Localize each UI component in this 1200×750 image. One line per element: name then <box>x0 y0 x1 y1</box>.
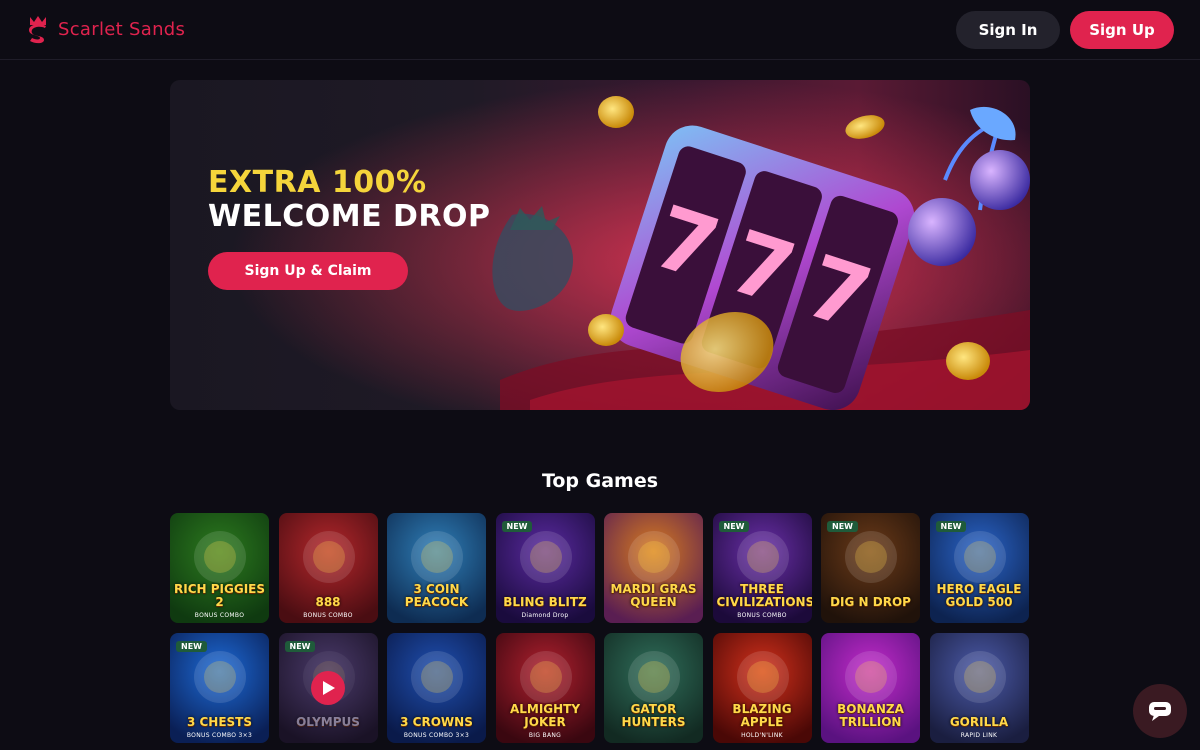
top-games-grid: RICH PIGGIES 2 BONUS COMBO 888 BONUS COMBO 3… <box>170 513 1030 743</box>
hero-banner[interactable]: 7 7 7 EXTRA 100% WELCOME DROP Sign Up & … <box>170 80 1030 410</box>
new-badge: NEW <box>827 521 858 532</box>
game-tile[interactable]: NEW DIG N DROP <box>821 513 920 623</box>
chat-bubble-icon <box>1149 702 1171 721</box>
new-badge: NEW <box>718 521 750 532</box>
new-badge: NEW <box>284 641 316 652</box>
game-title: BLAZING APPLE <box>732 702 792 729</box>
game-title: HERO EAGLE GOLD 500 <box>936 582 1022 609</box>
game-title: THREE CIVILIZATIONS <box>716 582 812 609</box>
game-title: ALMIGHTY JOKER <box>509 702 581 729</box>
sign-in-button[interactable]: Sign In <box>956 10 1060 49</box>
game-subtitle: HOLD'N'LINK <box>741 732 783 739</box>
game-title: GORILLA <box>949 715 1009 729</box>
game-title: 888 <box>315 595 341 609</box>
game-tile[interactable]: MARDI GRAS QUEEN <box>604 513 703 623</box>
game-tile[interactable]: ALMIGHTY JOKER BIG BANG <box>495 633 595 743</box>
brand-name: Scarlet Sands <box>58 19 186 40</box>
new-badge: NEW <box>935 521 967 532</box>
game-tile[interactable]: GATOR HUNTERS <box>604 633 703 743</box>
game-title: GATOR HUNTERS <box>621 702 686 729</box>
game-tile[interactable]: NEW THREE CIVILIZATIONS BONUS COMBO <box>712 513 812 623</box>
section-title-top-games: Top Games <box>541 470 659 492</box>
game-title: BONANZA TRILLION <box>837 702 904 729</box>
game-tile[interactable]: BLAZING APPLE HOLD'N'LINK <box>712 633 812 743</box>
game-subtitle: BONUS COMBO <box>194 612 245 619</box>
game-tile[interactable]: BONANZA TRILLION <box>821 633 920 743</box>
game-subtitle: BONUS COMBO <box>737 612 787 619</box>
game-tile[interactable]: GORILLA RAPID LINK <box>929 633 1029 743</box>
sign-up-button[interactable]: Sign Up <box>1070 10 1174 49</box>
game-tile[interactable]: 3 CROWNS BONUS COMBO 3×3 <box>387 633 486 743</box>
sign-up-claim-button[interactable]: Sign Up & Claim <box>208 252 408 290</box>
chat-button[interactable] <box>1133 684 1187 738</box>
play-icon[interactable] <box>310 671 345 705</box>
game-subtitle: Diamond Drop <box>521 612 569 619</box>
new-badge: NEW <box>176 641 207 652</box>
game-title: 3 COIN PEACOCK <box>404 582 469 609</box>
auth-buttons: Sign In Sign Up <box>956 10 1174 49</box>
game-subtitle: BONUS COMBO 3×3 <box>403 732 470 739</box>
game-title: DIG N DROP <box>830 595 911 609</box>
game-title: BLING BLITZ <box>503 595 587 609</box>
game-subtitle: BONUS COMBO 3×3 <box>186 732 253 739</box>
game-title: MARDI GRAS QUEEN <box>610 582 697 609</box>
game-tile[interactable]: RICH PIGGIES 2 BONUS COMBO <box>170 513 269 623</box>
game-title: OLYMPUS <box>296 715 360 729</box>
game-subtitle: BONUS COMBO <box>303 612 353 619</box>
game-tile[interactable]: 888 BONUS COMBO <box>278 513 378 623</box>
flame-s-logo-icon <box>29 15 46 43</box>
game-tile[interactable]: 3 COIN PEACOCK <box>387 513 486 623</box>
hero-line-1: EXTRA 100% <box>208 165 427 200</box>
game-title: 3 CROWNS <box>400 715 473 729</box>
game-tile[interactable]: NEW HERO EAGLE GOLD 500 <box>929 513 1029 623</box>
game-tile[interactable]: NEW OLYMPUS <box>278 633 378 743</box>
game-title: RICH PIGGIES 2 <box>174 582 265 609</box>
top-bar: Scarlet Sands Sign In Sign Up <box>0 0 1200 60</box>
game-tile[interactable]: NEW 3 CHESTS BONUS COMBO 3×3 <box>170 633 269 743</box>
hero-slot-machine-art: 7 7 7 <box>170 80 1030 410</box>
brand[interactable]: Scarlet Sands <box>26 15 185 45</box>
new-badge: NEW <box>501 521 533 532</box>
game-subtitle: BIG BANG <box>528 732 562 739</box>
hero-line-2: WELCOME DROP <box>208 199 491 234</box>
game-subtitle: RAPID LINK <box>960 732 998 739</box>
game-title: 3 CHESTS <box>186 715 253 729</box>
hero-headline: EXTRA 100% WELCOME DROP <box>208 166 491 234</box>
game-tile[interactable]: NEW BLING BLITZ Diamond Drop <box>495 513 595 623</box>
